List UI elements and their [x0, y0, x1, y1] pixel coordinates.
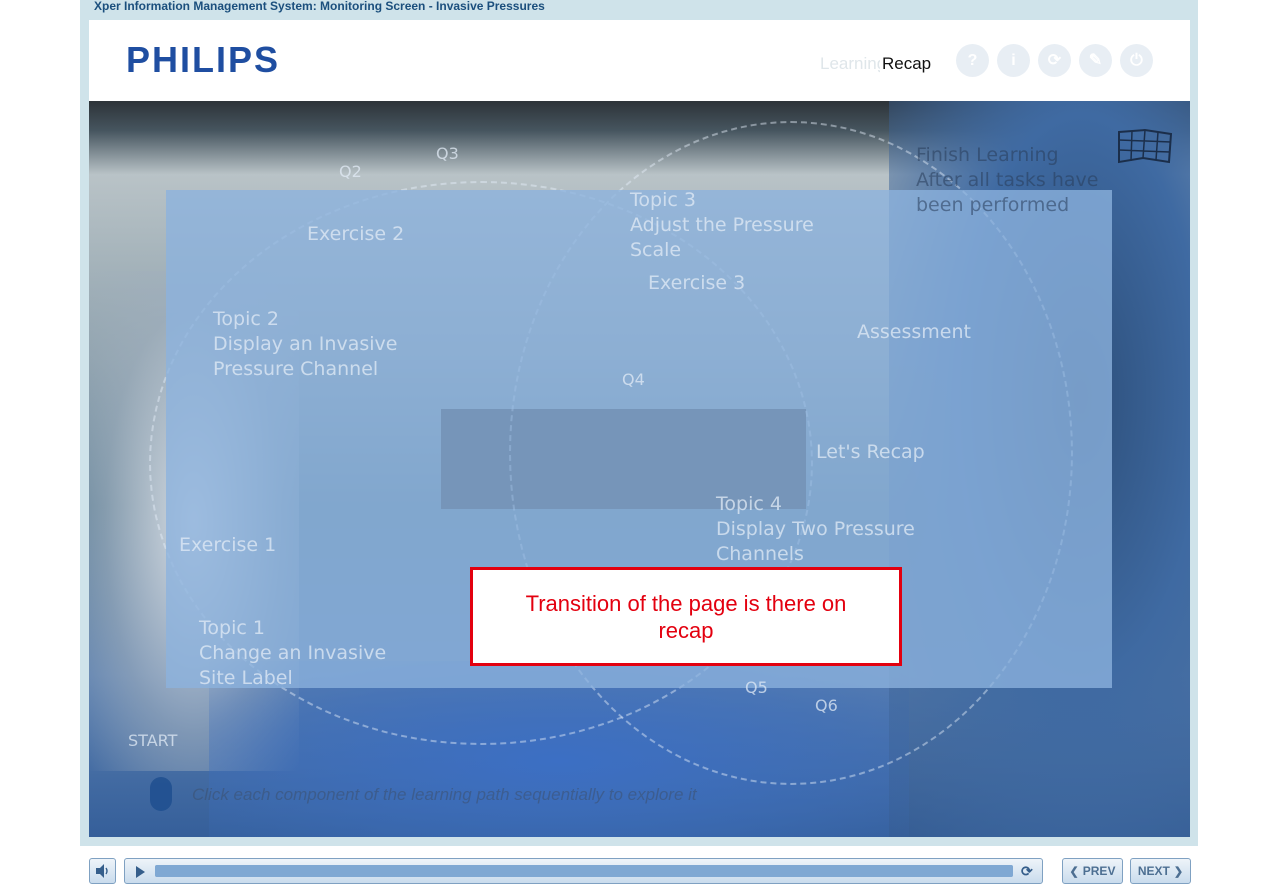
path-finish-desc: After all tasks have been performed	[916, 169, 1099, 216]
path-topic-3-desc: Adjust the Pressure Scale	[630, 214, 814, 261]
annotation-callout: Transition of the page is there on recap	[470, 567, 902, 666]
path-exercise-2[interactable]: Exercise 2	[307, 222, 404, 247]
prev-button[interactable]: ❮ PREV	[1062, 858, 1123, 884]
reload-icon[interactable]: ⟳	[1021, 864, 1035, 878]
replay-icon[interactable]: ⟳	[1038, 44, 1071, 77]
chevron-left-icon: ❮	[1069, 865, 1079, 878]
speaker-icon	[96, 864, 108, 878]
path-exercise-1[interactable]: Exercise 1	[179, 533, 276, 558]
path-start[interactable]: START	[128, 728, 177, 753]
philips-logo: PHILIPS	[126, 39, 281, 80]
path-topic-3-title[interactable]: Topic 3	[630, 188, 696, 213]
path-exercise-3[interactable]: Exercise 3	[648, 271, 745, 296]
next-button[interactable]: NEXT ❯	[1130, 858, 1191, 884]
power-icon[interactable]: ⏻	[1120, 44, 1153, 77]
info-icon[interactable]: i	[997, 44, 1030, 77]
path-q5[interactable]: Q5	[745, 675, 768, 700]
path-assessment[interactable]: Assessment	[857, 320, 971, 345]
chevron-right-icon: ❯	[1173, 865, 1184, 878]
play-icon[interactable]	[136, 866, 145, 878]
finish-flag-icon	[1118, 128, 1173, 164]
path-topic-4-desc: Display Two Pressure Channels	[716, 518, 915, 565]
volume-button[interactable]	[89, 858, 116, 884]
path-q2[interactable]: Q2	[339, 159, 362, 184]
instruction-hint: Click each component of the learning pat…	[192, 785, 697, 804]
mouse-icon	[150, 777, 172, 811]
media-player[interactable]: ⟳	[124, 858, 1043, 884]
path-q6[interactable]: Q6	[815, 693, 838, 718]
path-q3[interactable]: Q3	[436, 141, 459, 166]
path-topic-4-title[interactable]: Topic 4	[716, 492, 782, 517]
next-label: NEXT	[1137, 864, 1170, 878]
pen-icon[interactable]: ✎	[1079, 44, 1112, 77]
path-topic-2-desc: Display an Invasive Pressure Channel	[213, 333, 398, 380]
progress-bar[interactable]	[155, 865, 1013, 877]
path-finish-title[interactable]: Finish Learning	[916, 143, 1059, 168]
path-lets-recap[interactable]: Let's Recap	[816, 440, 925, 465]
progress-fill	[155, 865, 1013, 877]
menu-learning[interactable]: Learning	[820, 54, 886, 74]
path-topic-1-title[interactable]: Topic 1	[199, 616, 265, 641]
prev-label: PREV	[1082, 864, 1116, 878]
menu-recap[interactable]: Recap	[880, 54, 934, 74]
path-topic-1-desc: Change an Invasive Site Label	[199, 642, 387, 689]
help-icon[interactable]: ?	[956, 44, 989, 77]
window-title: Xper Information Management System: Moni…	[94, 0, 545, 13]
path-topic-2-title[interactable]: Topic 2	[213, 307, 279, 332]
path-q4[interactable]: Q4	[622, 367, 645, 392]
